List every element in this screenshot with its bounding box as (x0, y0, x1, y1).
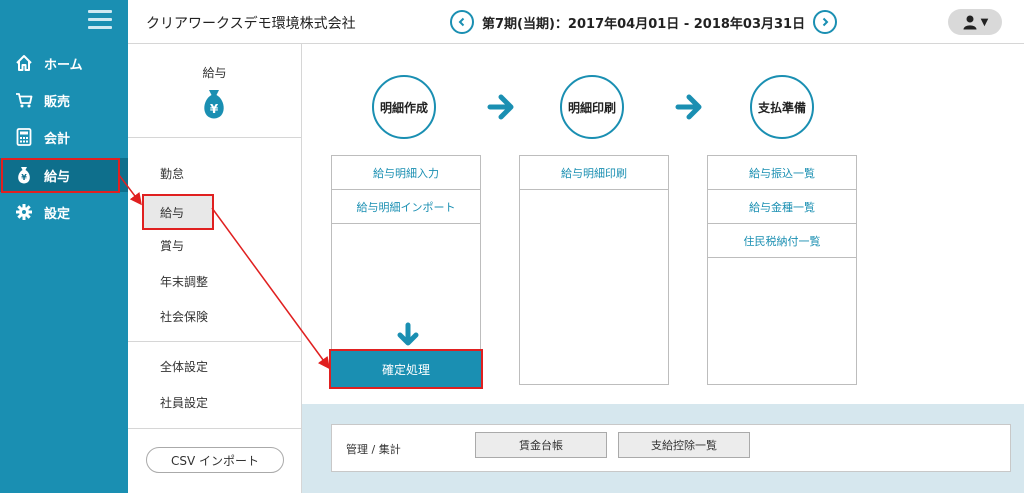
management-label: 管理 / 集計 (346, 443, 401, 456)
payslip-print-link[interactable]: 給与明細印刷 (520, 156, 668, 190)
step-create-details: 明細作成 (372, 75, 436, 139)
hamburger-menu-icon[interactable] (88, 10, 112, 32)
column-print-details: 給与明細印刷 (519, 155, 669, 385)
management-panel: 管理 / 集計 賃金台帳 支給控除一覧 (331, 424, 1011, 472)
management-strip: 管理 / 集計 賃金台帳 支給控除一覧 (302, 404, 1024, 493)
previous-period-button[interactable] (450, 10, 474, 34)
submenu-item-employee-settings[interactable]: 社員設定 (128, 384, 301, 420)
nav-item-sales[interactable]: 販売 (0, 83, 128, 117)
submenu-item-year-end-adjustment[interactable]: 年末調整 (128, 263, 301, 299)
nav-item-payroll[interactable]: ¥ 給与 (0, 158, 128, 192)
nav-item-home[interactable]: ホーム (0, 46, 128, 80)
svg-text:¥: ¥ (21, 173, 27, 182)
confirm-processing-button[interactable]: 確定処理 (331, 351, 481, 387)
gear-icon (14, 202, 34, 222)
submenu-divider (128, 341, 301, 342)
calculator-icon (14, 127, 34, 147)
arrow-right-icon (487, 94, 514, 120)
money-bag-icon: ¥ (14, 165, 34, 185)
step-print-details: 明細印刷 (560, 75, 624, 139)
company-name: クリアワークスデモ環境株式会社 (146, 16, 356, 32)
svg-text:¥: ¥ (210, 102, 219, 116)
column-payment-prep: 給与振込一覧 給与金種一覧 住民税納付一覧 (707, 155, 857, 385)
wage-ledger-button[interactable]: 賃金台帳 (475, 432, 607, 458)
period-label: 第7期(当期)：2017年04月01日 - 2018年03月31日 (482, 16, 806, 32)
user-icon (963, 15, 977, 30)
nav-item-label: ホーム (44, 57, 83, 73)
chevron-left-icon (458, 17, 465, 27)
payment-deduction-list-button[interactable]: 支給控除一覧 (618, 432, 750, 458)
cart-icon (14, 90, 34, 110)
resident-tax-payment-list-link[interactable]: 住民税納付一覧 (708, 224, 856, 258)
payslip-entry-link[interactable]: 給与明細入力 (332, 156, 480, 190)
main-content: 明細作成 明細印刷 支払準備 給与明細入力 給与明細インポート 確定処理 給与明… (302, 44, 1024, 493)
step-payment-prep: 支払準備 (750, 75, 814, 139)
submenu-item-social-insurance[interactable]: 社会保険 (128, 298, 301, 334)
user-menu-button[interactable]: ▼ (948, 9, 1002, 35)
submenu-header: 給与 ¥ (128, 44, 301, 138)
arrow-right-icon (675, 94, 702, 120)
top-header: クリアワークスデモ環境株式会社 第7期(当期)：2017年04月01日 - 20… (128, 0, 1024, 44)
nav-item-label: 会計 (44, 131, 71, 147)
submenu-title: 給与 (202, 66, 227, 80)
nav-item-accounting[interactable]: 会計 (0, 120, 128, 154)
submenu-item-bonus[interactable]: 賞与 (128, 227, 301, 263)
submenu-item-payroll[interactable]: 給与 (142, 194, 214, 230)
submenu-item-attendance[interactable]: 勤怠 (128, 155, 301, 191)
payslip-import-link[interactable]: 給与明細インポート (332, 190, 480, 224)
arrow-down-icon (397, 322, 419, 346)
csv-import-button[interactable]: CSV インポート (146, 447, 284, 473)
next-period-button[interactable] (813, 10, 838, 34)
period-selector: 第7期(当期)：2017年04月01日 - 2018年03月31日 (450, 10, 838, 34)
nav-item-settings[interactable]: 設定 (0, 195, 128, 229)
submenu-item-general-settings[interactable]: 全体設定 (128, 348, 301, 384)
salary-denomination-list-link[interactable]: 給与金種一覧 (708, 190, 856, 224)
chevron-right-icon (822, 17, 829, 27)
caret-down-icon: ▼ (980, 16, 989, 28)
nav-item-label: 販売 (44, 94, 71, 110)
submenu: 給与 ¥ 勤怠 給与 賞与 年末調整 社会保険 全体設定 社員設定 CSV イン… (128, 44, 302, 493)
sidebar: ホーム 販売 会計 ¥ 給与 設定 (0, 0, 128, 493)
home-icon (14, 53, 34, 73)
salary-transfer-list-link[interactable]: 給与振込一覧 (708, 156, 856, 190)
money-bag-icon: ¥ (204, 90, 224, 119)
submenu-divider (128, 428, 301, 429)
nav-item-label: 設定 (44, 206, 71, 222)
nav-item-label: 給与 (44, 169, 71, 185)
